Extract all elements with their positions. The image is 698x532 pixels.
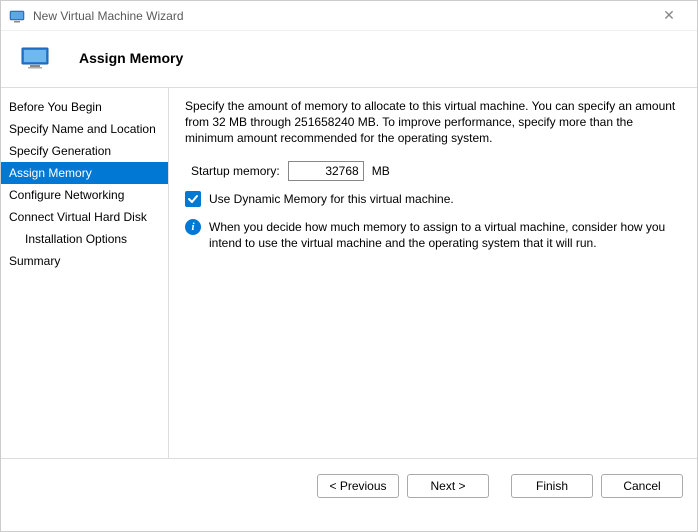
step-connect-virtual-hard-disk[interactable]: Connect Virtual Hard Disk	[1, 206, 168, 228]
startup-memory-unit: MB	[372, 164, 390, 178]
wizard-footer: < Previous Next > Finish Cancel	[1, 458, 697, 512]
dynamic-memory-checkbox[interactable]	[185, 191, 201, 207]
step-specify-name-location[interactable]: Specify Name and Location	[1, 118, 168, 140]
previous-button[interactable]: < Previous	[317, 474, 399, 498]
checkmark-icon	[187, 193, 199, 205]
cancel-button[interactable]: Cancel	[601, 474, 683, 498]
wizard-main-panel: Specify the amount of memory to allocate…	[169, 88, 697, 458]
step-installation-options[interactable]: Installation Options	[1, 228, 168, 250]
next-button[interactable]: Next >	[407, 474, 489, 498]
startup-memory-label: Startup memory:	[191, 164, 280, 178]
memory-description: Specify the amount of memory to allocate…	[185, 98, 683, 147]
app-icon	[9, 8, 25, 24]
wizard-steps-sidebar: Before You Begin Specify Name and Locati…	[1, 88, 169, 458]
step-specify-generation[interactable]: Specify Generation	[1, 140, 168, 162]
memory-guidance-text: When you decide how much memory to assig…	[209, 219, 683, 251]
titlebar: New Virtual Machine Wizard ✕	[1, 1, 697, 31]
window-title: New Virtual Machine Wizard	[33, 9, 649, 23]
close-button[interactable]: ✕	[649, 7, 689, 24]
step-assign-memory[interactable]: Assign Memory	[1, 162, 168, 184]
startup-memory-input[interactable]	[288, 161, 364, 181]
page-title: Assign Memory	[79, 50, 183, 66]
step-summary[interactable]: Summary	[1, 250, 168, 272]
info-icon: i	[185, 219, 201, 235]
dynamic-memory-label: Use Dynamic Memory for this virtual mach…	[209, 192, 454, 206]
finish-button[interactable]: Finish	[511, 474, 593, 498]
step-configure-networking[interactable]: Configure Networking	[1, 184, 168, 206]
monitor-icon	[21, 47, 49, 69]
wizard-header: Assign Memory	[1, 31, 697, 87]
step-before-you-begin[interactable]: Before You Begin	[1, 96, 168, 118]
